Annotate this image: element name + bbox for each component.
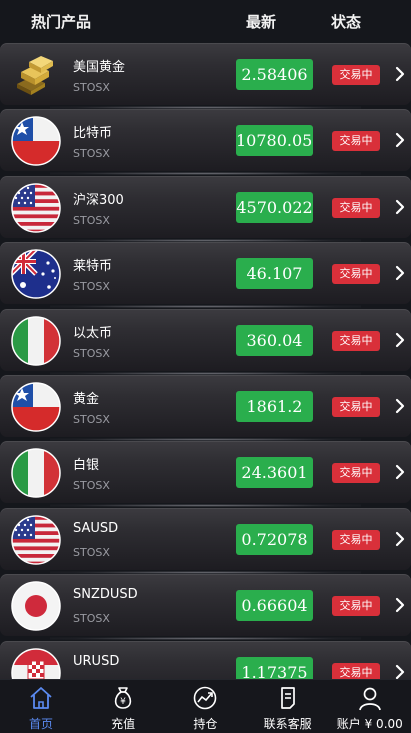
user-icon (356, 685, 384, 711)
product-row[interactable]: 沪深300 STOSX 4570.022 交易中 (0, 175, 411, 242)
chile-flag-icon (11, 116, 61, 167)
header-product: 热门产品 (31, 13, 92, 31)
chevron-right-icon[interactable] (393, 332, 407, 348)
chile-flag-icon (11, 382, 61, 432)
product-row[interactable]: 比特币 STOSX 10780.057 交易中 (0, 109, 411, 176)
product-code: STOSX (73, 413, 110, 426)
status-badge: 交易中 (332, 197, 380, 218)
product-row[interactable]: 以太币 STOSX 360.04 交易中 (0, 308, 411, 375)
price-badge: 46.107 (236, 258, 313, 290)
tab-user[interactable]: 账户 ¥ 0.00 (329, 680, 411, 733)
japan-flag-icon (11, 581, 61, 631)
price-badge: 10780.057 (236, 125, 313, 157)
price-badge: 360.04 (236, 324, 313, 356)
product-code: STOSX (73, 213, 110, 227)
product-row[interactable]: SAUSD STOSX 0.72078 交易中 (0, 507, 411, 574)
status-badge: 交易中 (332, 596, 380, 617)
product-code: STOSX (73, 346, 110, 360)
price-badge: 2.58406 (236, 59, 313, 90)
bottom-tab-bar: 首页 ¥ 充值 持仓 联系客服 账户 ¥ 0.00 (0, 679, 411, 733)
status-badge: 交易中 (332, 330, 380, 351)
product-name: URUSD (73, 653, 120, 669)
chevron-right-icon[interactable] (393, 398, 407, 414)
tab-label: 持仓 (193, 717, 218, 731)
product-name: 比特币 (73, 126, 113, 142)
price-badge: 1.17375 (236, 656, 313, 679)
list-header: 热门产品 最新 状态 (0, 0, 411, 40)
chevron-right-icon[interactable] (393, 464, 407, 480)
status-badge: 交易中 (332, 65, 380, 85)
product-name: SAUSD (73, 520, 119, 536)
tab-label: 充值 (111, 717, 136, 731)
product-row[interactable]: 黄金 STOSX 1861.2 交易中 (0, 375, 411, 441)
price-badge: 0.72078 (236, 523, 313, 555)
chevron-right-icon[interactable] (393, 597, 407, 613)
tab-label: 联系客服 (263, 717, 312, 731)
product-name: 莱特币 (73, 259, 113, 275)
product-row[interactable]: 白银 STOSX 24.3601 交易中 (0, 441, 411, 508)
header-status: 状态 (331, 13, 362, 31)
product-row[interactable]: URUSD STOSX 1.17375 交易中 (0, 640, 411, 679)
product-code: STOSX (73, 612, 110, 626)
product-name: 美国黄金 (73, 60, 126, 75)
usa-flag-icon (11, 515, 61, 565)
tab-trend-chart[interactable]: 持仓 (164, 680, 246, 733)
product-name: SNZDUSD (73, 587, 138, 603)
product-row[interactable]: 莱特币 STOSX 46.107 交易中 (0, 242, 411, 309)
australia-flag-icon (11, 249, 61, 299)
chevron-right-icon[interactable] (393, 265, 407, 281)
chevron-right-icon[interactable] (393, 531, 407, 547)
product-list: 美国黄金 STOSX 2.58406 交易中 比特币 STOSX 10780.0… (0, 40, 411, 679)
status-badge: 交易中 (332, 662, 380, 679)
header-latest: 最新 (246, 13, 277, 31)
svg-text:¥: ¥ (120, 697, 126, 707)
italy-flag-icon (11, 448, 61, 499)
product-code: STOSX (73, 479, 110, 493)
product-code: STOSX (73, 81, 110, 94)
tab-money-bag[interactable]: ¥ 充值 (82, 680, 164, 733)
tab-label: 首页 (28, 717, 53, 731)
status-badge: 交易中 (332, 397, 380, 417)
product-code: STOSX (73, 147, 110, 161)
croatia-flag-icon (11, 647, 61, 679)
usa-flag-icon (11, 183, 61, 233)
product-name: 白银 (73, 458, 100, 474)
italy-flag-icon (11, 315, 61, 366)
chevron-right-icon[interactable] (393, 132, 407, 148)
product-row[interactable]: SNZDUSD STOSX 0.66604 交易中 (0, 574, 411, 641)
product-name: 沪深300 (73, 192, 124, 208)
trend-chart-icon (191, 685, 219, 711)
chevron-right-icon[interactable] (393, 664, 407, 679)
chevron-right-icon[interactable] (393, 66, 407, 82)
price-badge: 1861.2 (236, 391, 313, 422)
price-badge: 24.3601 (236, 457, 313, 489)
product-row[interactable]: 美国黄金 STOSX 2.58406 交易中 (0, 43, 411, 109)
tab-label: 账户 ¥ 0.00 (336, 717, 403, 731)
money-bag-icon: ¥ (109, 685, 137, 711)
gold-bars-icon (11, 50, 61, 100)
document-icon (274, 685, 302, 711)
product-name: 以太币 (73, 325, 113, 341)
status-badge: 交易中 (332, 529, 380, 550)
product-name: 黄金 (73, 392, 100, 407)
status-badge: 交易中 (332, 463, 380, 484)
status-badge: 交易中 (332, 264, 380, 285)
tab-document[interactable]: 联系客服 (247, 680, 329, 733)
status-badge: 交易中 (332, 131, 380, 152)
product-code: STOSX (73, 545, 110, 559)
price-badge: 4570.022 (236, 191, 313, 223)
home-icon (27, 685, 55, 711)
chevron-right-icon[interactable] (393, 199, 407, 215)
product-code: STOSX (73, 280, 110, 294)
tab-home[interactable]: 首页 (0, 680, 82, 733)
price-badge: 0.66604 (236, 590, 313, 622)
